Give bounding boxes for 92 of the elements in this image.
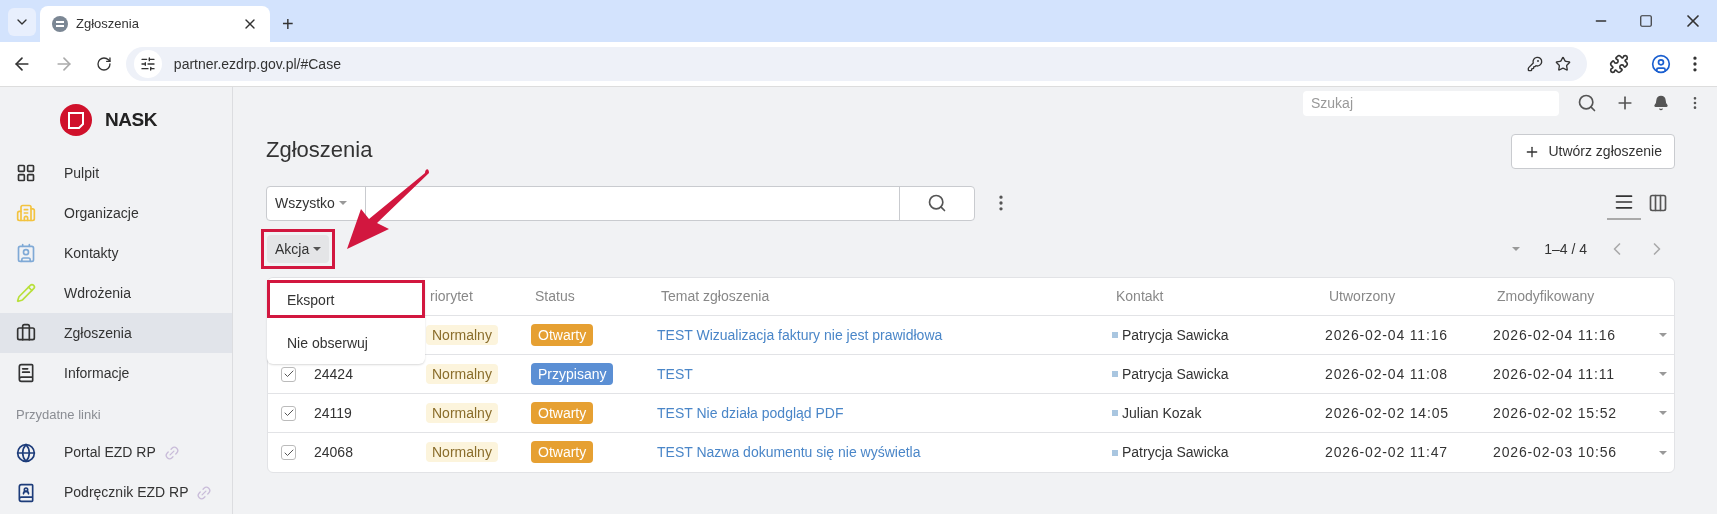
modified-date: 2026-02-04 11:11 xyxy=(1493,365,1615,382)
subject-link[interactable]: TEST xyxy=(657,365,693,382)
subject-link[interactable]: TEST Nie działa podgląd PDF xyxy=(657,404,844,421)
row-caret-icon[interactable] xyxy=(1659,372,1667,376)
globe-icon xyxy=(16,442,36,463)
pencil-icon xyxy=(16,283,36,303)
contact-marker-icon xyxy=(1112,449,1118,456)
contact-card-icon xyxy=(16,243,36,263)
section-heading: Przydatne linki xyxy=(15,406,102,424)
modified-date: 2026-02-03 10:56 xyxy=(1493,444,1617,460)
star-icon[interactable] xyxy=(1555,56,1572,72)
profile-icon[interactable] xyxy=(1651,54,1672,74)
search-field[interactable]: Szukaj xyxy=(1303,90,1559,116)
create-button[interactable]: Utwórz zgłoszenie xyxy=(1511,134,1675,169)
browser-tab[interactable]: Zgłoszenia xyxy=(40,6,270,42)
book-icon xyxy=(16,482,36,503)
row-caret-icon[interactable] xyxy=(1659,333,1667,337)
pagination-text: 1–4 / 4 xyxy=(1544,239,1587,259)
column-header[interactable]: Temat zgłoszenia xyxy=(661,286,1116,307)
address-bar[interactable]: partner.ezdrp.gov.pl/#Case xyxy=(125,47,1588,81)
logo-text: NASK xyxy=(105,107,157,132)
book-icon xyxy=(16,363,36,383)
status-badge: Otwarty xyxy=(531,401,594,424)
search-icon[interactable] xyxy=(1577,93,1597,113)
new-tab-button[interactable]: + xyxy=(282,14,294,34)
site-icon xyxy=(52,16,68,32)
bell-icon[interactable] xyxy=(1653,95,1669,111)
url-text: partner.ezdrp.gov.pl/#Case xyxy=(173,54,342,74)
extensions-icon[interactable] xyxy=(1609,54,1630,74)
modified-date: 2026-02-02 15:52 xyxy=(1493,404,1617,421)
page-title: Zgłoszenia xyxy=(266,136,373,164)
logo-icon xyxy=(59,103,94,137)
priority-badge: Normalny xyxy=(426,402,498,423)
row-checkbox[interactable] xyxy=(281,445,296,460)
check-icon xyxy=(282,407,295,419)
column-header[interactable]: riorytet xyxy=(430,286,535,307)
contact-name: Julian Kozak xyxy=(1122,403,1202,423)
briefcase-icon xyxy=(16,323,36,343)
ticket-id: 24119 xyxy=(314,404,352,421)
column-header[interactable]: Utworzony xyxy=(1329,286,1497,307)
created-date: 2026-02-02 14:05 xyxy=(1325,404,1449,421)
priority-badge: Normalny xyxy=(426,363,498,384)
ticket-id: 24068 xyxy=(314,444,353,460)
action-button[interactable]: Akcja xyxy=(261,229,336,269)
contact-marker-icon xyxy=(1112,371,1118,377)
sidebar-item[interactable]: Organizacje xyxy=(0,193,232,233)
priority-badge: Normalny xyxy=(426,324,498,345)
building-icon xyxy=(16,203,36,223)
row-checkbox[interactable] xyxy=(281,405,296,421)
sidebar-item[interactable]: Zgłoszenia xyxy=(0,313,232,353)
sidebar-item[interactable]: Informacje xyxy=(0,353,232,393)
priority-badge: Normalny xyxy=(426,442,498,462)
column-header[interactable]: Zmodyfikowany xyxy=(1497,286,1647,307)
contact-name: Patrycja Sawicka xyxy=(1122,443,1229,462)
status-badge: Otwarty xyxy=(531,323,594,346)
search-icon xyxy=(927,193,947,213)
site-settings-icon[interactable] xyxy=(133,50,162,78)
column-header[interactable]: Kontakt xyxy=(1116,286,1329,307)
sidebar-item[interactable]: Pulpit xyxy=(0,153,232,193)
row-caret-icon[interactable] xyxy=(1659,411,1667,415)
sidebar-item[interactable]: Wdrożenia xyxy=(0,273,232,313)
subject-link[interactable]: TEST Nazwa dokumentu się nie wyświetla xyxy=(657,444,921,460)
modified-date: 2026-02-04 11:16 xyxy=(1493,326,1616,343)
created-date: 2026-02-04 11:16 xyxy=(1325,326,1448,343)
created-date: 2026-02-04 11:08 xyxy=(1325,365,1448,382)
menu-item[interactable]: Nie obserwuj xyxy=(267,324,425,362)
created-date: 2026-02-02 11:47 xyxy=(1325,444,1448,460)
row-caret-icon[interactable] xyxy=(1659,450,1667,455)
check-icon xyxy=(282,368,295,380)
list-icon xyxy=(1614,192,1634,212)
menu-item[interactable]: Eksport xyxy=(267,280,425,318)
subject-link[interactable]: TEST Wizualizacja faktury nie jest prawidłowa xyxy=(657,326,943,343)
contact-name: Patrycja Sawicka xyxy=(1122,364,1229,384)
columns-icon xyxy=(1648,193,1668,213)
grid-icon xyxy=(16,163,36,183)
row-checkbox[interactable] xyxy=(281,366,296,382)
status-badge: Przypisany xyxy=(531,362,614,385)
contact-name: Patrycja Sawicka xyxy=(1122,325,1229,345)
sidebar-link[interactable]: Portal EZD RP xyxy=(0,432,232,473)
status-badge: Otwarty xyxy=(531,441,594,463)
column-header[interactable]: Status xyxy=(535,286,661,307)
tab-title: Zgłoszenia xyxy=(76,15,140,34)
contact-marker-icon xyxy=(1112,410,1118,416)
maximize-icon[interactable] xyxy=(1639,14,1653,28)
reload-icon[interactable] xyxy=(95,56,112,72)
contact-marker-icon xyxy=(1112,332,1118,338)
page-size-caret-icon[interactable] xyxy=(1512,247,1521,251)
ticket-id: 24424 xyxy=(314,365,353,382)
search-bar[interactable]: Wszystko xyxy=(266,185,975,221)
key-icon[interactable] xyxy=(1527,56,1544,72)
sidebar-link[interactable]: Podręcznik EZD RP xyxy=(0,472,232,513)
sidebar-item[interactable]: Kontakty xyxy=(0,233,232,273)
